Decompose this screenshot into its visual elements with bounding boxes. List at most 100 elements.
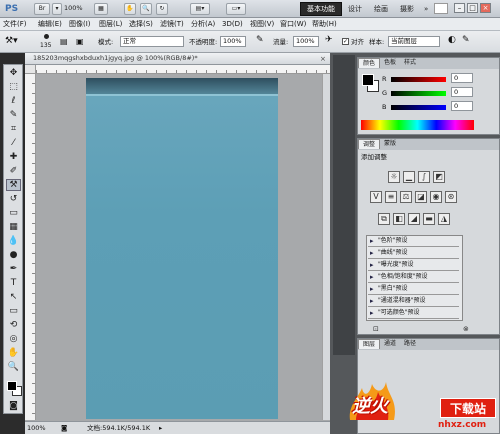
color-balance-icon[interactable]: ⚖ (400, 191, 412, 203)
blur-tool-icon[interactable]: 💧 (6, 235, 21, 247)
preset-black-white[interactable]: "黑白"预设 (368, 284, 459, 295)
tab-color[interactable]: 颜色 (358, 58, 381, 68)
channel-g-slider[interactable] (391, 91, 446, 96)
curves-icon[interactable]: ∫ (418, 171, 430, 183)
minimize-button[interactable]: – (454, 3, 465, 13)
photo-filter-icon[interactable]: ◉ (430, 191, 442, 203)
tab-masks[interactable]: 蒙版 (380, 139, 400, 149)
menu-select[interactable]: 选择(S) (129, 19, 153, 30)
channel-b-value[interactable]: 0 (451, 101, 473, 111)
tab-swatches[interactable]: 色板 (380, 58, 400, 68)
menu-edit[interactable]: 编辑(E) (38, 19, 62, 30)
invert-icon[interactable]: ⧉ (378, 213, 390, 225)
tablet-size-icon[interactable]: ✎ (462, 35, 470, 45)
color-spectrum-ramp[interactable] (361, 120, 474, 130)
exposure-icon[interactable]: ◩ (433, 171, 445, 183)
crop-tool-icon[interactable]: ⌗ (6, 123, 21, 135)
sample-select[interactable]: 当前图层 (388, 36, 440, 47)
panel-footer-clip-icon[interactable]: ⊗ (463, 325, 469, 333)
preset-selective-color[interactable]: "可选颜色"预设 (368, 308, 459, 319)
hue-saturation-icon[interactable]: ≡ (385, 191, 397, 203)
view-extras-button[interactable]: ▦ (94, 3, 108, 15)
ignore-adjustment-layers-icon[interactable]: ◐ (448, 35, 456, 45)
airbrush-icon[interactable]: ✈ (325, 35, 333, 45)
align-checkbox[interactable]: ✓ (342, 38, 349, 45)
threshold-icon[interactable]: ◢ (408, 213, 420, 225)
menu-window[interactable]: 窗口(W) (280, 19, 306, 30)
close-button[interactable]: × (480, 3, 491, 13)
channel-r-value[interactable]: 0 (451, 73, 473, 83)
levels-icon[interactable]: ▁ (403, 171, 415, 183)
shape-tool-icon[interactable]: ▭ (6, 305, 21, 317)
opacity-field[interactable]: 100% (220, 36, 246, 47)
channel-b-slider[interactable] (391, 105, 446, 110)
zoom-level-select[interactable]: 100% (64, 4, 83, 12)
tab-styles[interactable]: 样式 (400, 58, 420, 68)
3d-orbit-tool-icon[interactable]: ◎ (6, 333, 21, 345)
preset-curves[interactable]: "曲线"预设 (368, 248, 459, 259)
foreground-color-swatch[interactable] (7, 381, 17, 391)
tab-layers[interactable]: 图层 (358, 339, 381, 349)
eraser-tool-icon[interactable]: ▭ (6, 207, 21, 219)
workspace-photography[interactable]: 摄影 (400, 3, 414, 15)
brush-preset-picker[interactable]: 135 (38, 33, 56, 51)
color-fg-swatch[interactable] (362, 74, 374, 86)
zoom-tool-button[interactable]: 🔍 (140, 3, 152, 15)
channel-mixer-icon[interactable]: ⊛ (445, 191, 457, 203)
clone-stamp-preset-icon[interactable]: ⚒▾ (5, 36, 18, 48)
gradient-tool-icon[interactable]: ▦ (6, 221, 21, 233)
tablet-opacity-icon[interactable]: ✎ (256, 35, 264, 45)
clone-source-icon[interactable]: ▣ (76, 37, 84, 46)
more-workspaces-icon[interactable]: » (424, 3, 428, 15)
menu-layer[interactable]: 图层(L) (99, 19, 122, 30)
tab-paths[interactable]: 路径 (400, 339, 420, 349)
status-menu-icon[interactable]: ▸ (159, 422, 162, 434)
gradient-map-icon[interactable]: ▬ (423, 213, 435, 225)
arrange-documents-button[interactable]: ▤▾ (190, 3, 210, 15)
document-tab[interactable]: 185203mqgshxbduxh1jgyq.jpg @ 100%(RGB/8#… (25, 53, 330, 65)
screen-mode-button[interactable]: ▭▾ (226, 3, 246, 15)
hand-tool-button[interactable]: ✋ (124, 3, 136, 15)
tab-adjustments[interactable]: 调整 (358, 139, 381, 149)
workspace-essentials[interactable]: 基本功能 (300, 2, 342, 16)
rotate-view-button[interactable]: ↻ (156, 3, 168, 15)
zoom-field[interactable]: 100% (27, 422, 47, 434)
close-document-icon[interactable]: × (320, 55, 326, 63)
vertical-scrollbar[interactable] (322, 74, 330, 420)
menu-file[interactable]: 文件(F) (3, 19, 27, 30)
image-canvas[interactable] (86, 78, 278, 419)
hand-tool-icon[interactable]: ✋ (6, 347, 21, 359)
menu-help[interactable]: 帮助(H) (312, 19, 337, 30)
mode-select[interactable]: 正常 (120, 36, 184, 47)
menu-image[interactable]: 图像(I) (69, 19, 91, 30)
vertical-ruler[interactable] (25, 74, 36, 420)
selective-color-icon[interactable]: ◮ (438, 213, 450, 225)
history-brush-tool-icon[interactable]: ↺ (6, 193, 21, 205)
healing-brush-tool-icon[interactable]: ✚ (6, 151, 21, 163)
vibrance-icon[interactable]: V (370, 191, 382, 203)
preset-levels[interactable]: "色阶"预设 (368, 236, 459, 247)
move-tool-icon[interactable]: ✥ (6, 67, 21, 79)
posterize-icon[interactable]: ◧ (393, 213, 405, 225)
preset-exposure[interactable]: "曝光度"预设 (368, 260, 459, 271)
menu-view[interactable]: 视图(V) (250, 19, 274, 30)
minibridge-button[interactable]: ▾ (52, 3, 62, 15)
menu-analysis[interactable]: 分析(A) (191, 19, 215, 30)
path-select-tool-icon[interactable]: ↖ (6, 291, 21, 303)
brush-tool-icon[interactable]: ✐ (6, 165, 21, 177)
zoom-tool-icon[interactable]: 🔍 (6, 361, 21, 373)
3d-rotate-tool-icon[interactable]: ⟲ (6, 319, 21, 331)
type-tool-icon[interactable]: T (6, 277, 21, 289)
toggle-brush-panel-icon[interactable]: ▤ (60, 37, 68, 46)
eyedropper-tool-icon[interactable]: ⁄ (6, 137, 21, 149)
black-white-icon[interactable]: ◪ (415, 191, 427, 203)
quick-mask-icon[interactable]: ◙ (6, 400, 21, 412)
horizontal-ruler[interactable] (36, 65, 330, 74)
channel-g-value[interactable]: 0 (451, 87, 473, 97)
ruler-origin[interactable] (25, 65, 36, 74)
brightness-contrast-icon[interactable]: ☼ (388, 171, 400, 183)
lasso-tool-icon[interactable]: ℓ (6, 95, 21, 107)
flow-field[interactable]: 100% (293, 36, 319, 47)
workspace-painting[interactable]: 绘画 (374, 3, 388, 15)
tab-channels[interactable]: 通道 (380, 339, 400, 349)
